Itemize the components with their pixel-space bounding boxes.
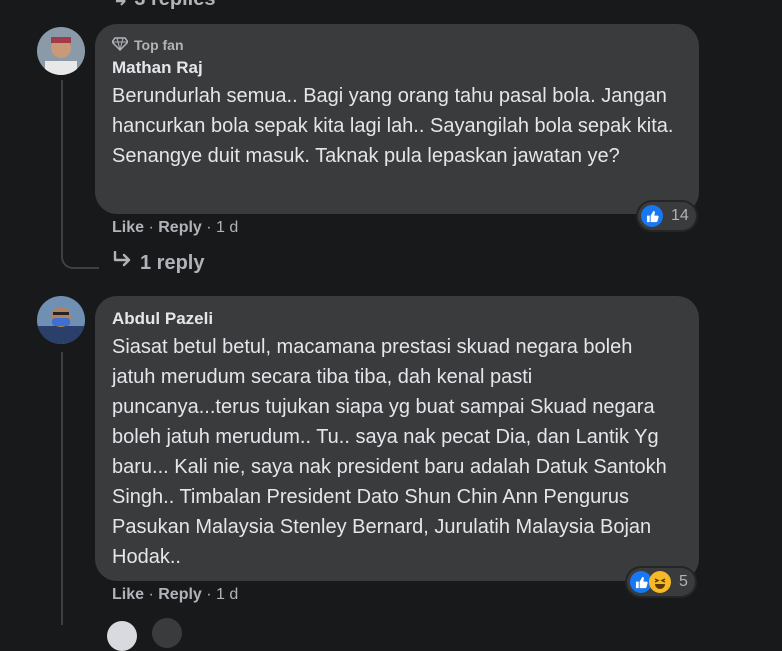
- avatar[interactable]: [37, 296, 85, 344]
- reaction-summary[interactable]: 5: [627, 568, 695, 596]
- comment-author[interactable]: Abdul Pazeli: [112, 308, 681, 330]
- replies-label: 1 reply: [140, 251, 205, 274]
- comment-actions: Like · Reply · 1 d: [112, 586, 239, 603]
- comment-text: Siasat betul betul, macamana prestasi sk…: [112, 336, 667, 568]
- view-replies-link[interactable]: 1 reply: [112, 250, 205, 275]
- comment-bubble: Top fan Mathan Raj Berundurlah semua.. B…: [95, 24, 699, 214]
- reply-button[interactable]: Reply: [158, 586, 202, 603]
- reaction-summary[interactable]: 14: [638, 202, 696, 230]
- top-fan-badge: Top fan: [111, 36, 681, 54]
- thread-line-curve: [61, 245, 99, 269]
- thread-line: [61, 80, 63, 255]
- like-button[interactable]: Like: [112, 219, 144, 236]
- like-button[interactable]: Like: [112, 586, 144, 603]
- haha-reaction-icon: [649, 571, 671, 593]
- comment-time[interactable]: 1 d: [216, 219, 238, 236]
- diamond-icon: [111, 36, 129, 54]
- like-reaction-icon: [641, 205, 663, 227]
- avatar[interactable]: [152, 618, 182, 648]
- comment-author[interactable]: Mathan Raj: [112, 57, 681, 79]
- comment-time[interactable]: 1 d: [216, 586, 238, 603]
- badge-label: Top fan: [134, 37, 184, 53]
- thread-line: [61, 352, 63, 625]
- reply-arrow-icon: [112, 250, 134, 275]
- reaction-count: 14: [671, 207, 689, 224]
- reply-button[interactable]: Reply: [158, 219, 202, 236]
- comment-bubble: Abdul Pazeli Siasat betul betul, macaman…: [95, 296, 699, 581]
- comment-actions: Like · Reply · 1 d: [112, 219, 239, 236]
- reaction-count: 5: [679, 573, 688, 590]
- view-replies-link[interactable]: ↳ 3 replies: [112, 0, 215, 11]
- avatar[interactable]: [107, 621, 137, 651]
- comment-text: Berundurlah semua.. Bagi yang orang tahu…: [112, 85, 674, 167]
- avatar[interactable]: [37, 27, 85, 75]
